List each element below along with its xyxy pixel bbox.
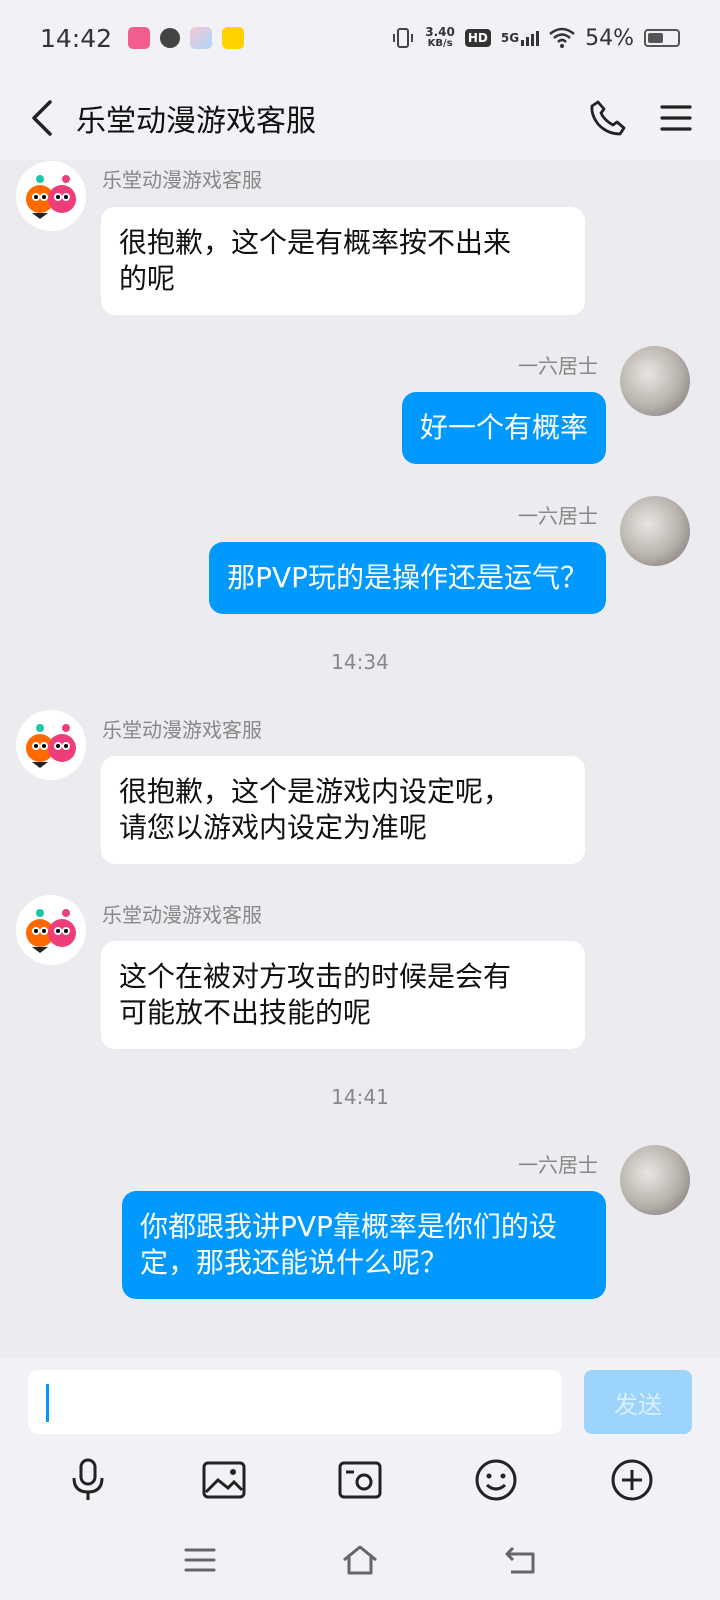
net-speed-value: 3.40: [425, 25, 455, 39]
battery-icon: [644, 29, 680, 47]
chat-header: 乐堂动漫游戏客服: [0, 76, 720, 160]
image-icon[interactable]: [200, 1456, 248, 1504]
status-time: 14:42: [40, 23, 113, 53]
recent-apps-icon[interactable]: [180, 1540, 220, 1580]
status-bar: 14:42 3.40 KB/s HD 5G 54%: [0, 0, 720, 76]
message-text-line: 你都跟我讲PVP靠概率是你们的设: [140, 1210, 557, 1243]
composer: 发送: [0, 1358, 720, 1440]
message-text-line: 的呢: [119, 262, 176, 295]
back-nav-icon[interactable]: [500, 1540, 540, 1580]
time-separator: 14:34: [331, 650, 389, 674]
user-avatar[interactable]: [620, 346, 690, 416]
sender-name: 一六居士: [518, 354, 598, 378]
network-5g-icon: 5G: [500, 30, 540, 46]
battery-percent: 54%: [585, 25, 634, 51]
message-text-line: 这个在被对方攻击的时候是会有: [119, 960, 512, 993]
hd-badge: HD: [464, 29, 491, 47]
message-text-line: 请您以游戏内设定为准呢: [119, 811, 428, 844]
user-avatar[interactable]: [620, 496, 690, 566]
add-icon[interactable]: [608, 1456, 656, 1504]
message-bubble[interactable]: 那PVP玩的是操作还是运气？: [209, 542, 606, 614]
anime-app-icon: [190, 27, 213, 49]
message-text-line: 好一个有概率: [419, 411, 588, 444]
home-icon[interactable]: [340, 1540, 380, 1580]
emoji-icon[interactable]: [472, 1456, 520, 1504]
message-text-line: 可能放不出技能的呢: [119, 996, 372, 1029]
service-avatar[interactable]: [16, 161, 86, 231]
battery-level: [648, 33, 663, 43]
sender-name: 乐堂动漫游戏客服: [102, 903, 262, 927]
phone-icon[interactable]: [588, 98, 628, 138]
message-text-line: 那PVP玩的是操作还是运气？: [227, 561, 588, 594]
message-text-line: 定，那我还能说什么呢？: [140, 1246, 449, 1279]
vibrate-icon: [393, 28, 414, 48]
system-nav-bar: [0, 1520, 720, 1600]
network-label: 5G: [500, 30, 520, 45]
sender-name: 乐堂动漫游戏客服: [102, 718, 262, 742]
message-bubble[interactable]: 很抱歉，这个是游戏内设定呢， 请您以游戏内设定为准呢: [101, 756, 585, 864]
message-text-line: 很抱歉，这个是游戏内设定呢，: [119, 775, 512, 808]
wifi-icon: [549, 27, 575, 48]
sender-name: 乐堂动漫游戏客服: [102, 168, 262, 192]
sender-name: 一六居士: [518, 504, 598, 528]
link-app-icon: [160, 28, 181, 48]
text-caret: [46, 1384, 49, 1422]
message-bubble[interactable]: 这个在被对方攻击的时候是会有 可能放不出技能的呢: [101, 941, 585, 1049]
message-input[interactable]: [28, 1370, 562, 1434]
message-text-line: 很抱歉，这个是有概率按不出来: [119, 226, 512, 259]
net-speed-unit: KB/s: [427, 38, 453, 49]
camera-icon[interactable]: [336, 1456, 384, 1504]
microphone-icon[interactable]: [64, 1456, 112, 1504]
send-button[interactable]: 发送: [584, 1370, 692, 1434]
bilibili-app-icon: [128, 27, 151, 49]
meituan-app-icon: [222, 27, 245, 49]
service-avatar[interactable]: [16, 710, 86, 780]
message-bubble[interactable]: 很抱歉，这个是有概率按不出来 的呢: [101, 207, 585, 315]
net-speed: 3.40 KB/s: [425, 26, 455, 50]
back-icon[interactable]: [24, 98, 60, 138]
message-bubble[interactable]: 你都跟我讲PVP靠概率是你们的设 定，那我还能说什么呢？: [122, 1191, 606, 1299]
message-list[interactable]: 乐堂动漫游戏客服 很抱歉，这个是有概率按不出来 的呢 一六居士 好一个有概率 一…: [0, 160, 720, 1358]
sender-name: 一六居士: [518, 1153, 598, 1177]
menu-icon[interactable]: [656, 98, 696, 138]
message-bubble[interactable]: 好一个有概率: [401, 392, 606, 464]
service-avatar[interactable]: [16, 895, 86, 965]
composer-toolbar: [0, 1440, 720, 1520]
time-separator: 14:41: [331, 1085, 389, 1109]
chat-title: 乐堂动漫游戏客服: [76, 104, 316, 139]
user-avatar[interactable]: [620, 1145, 690, 1215]
